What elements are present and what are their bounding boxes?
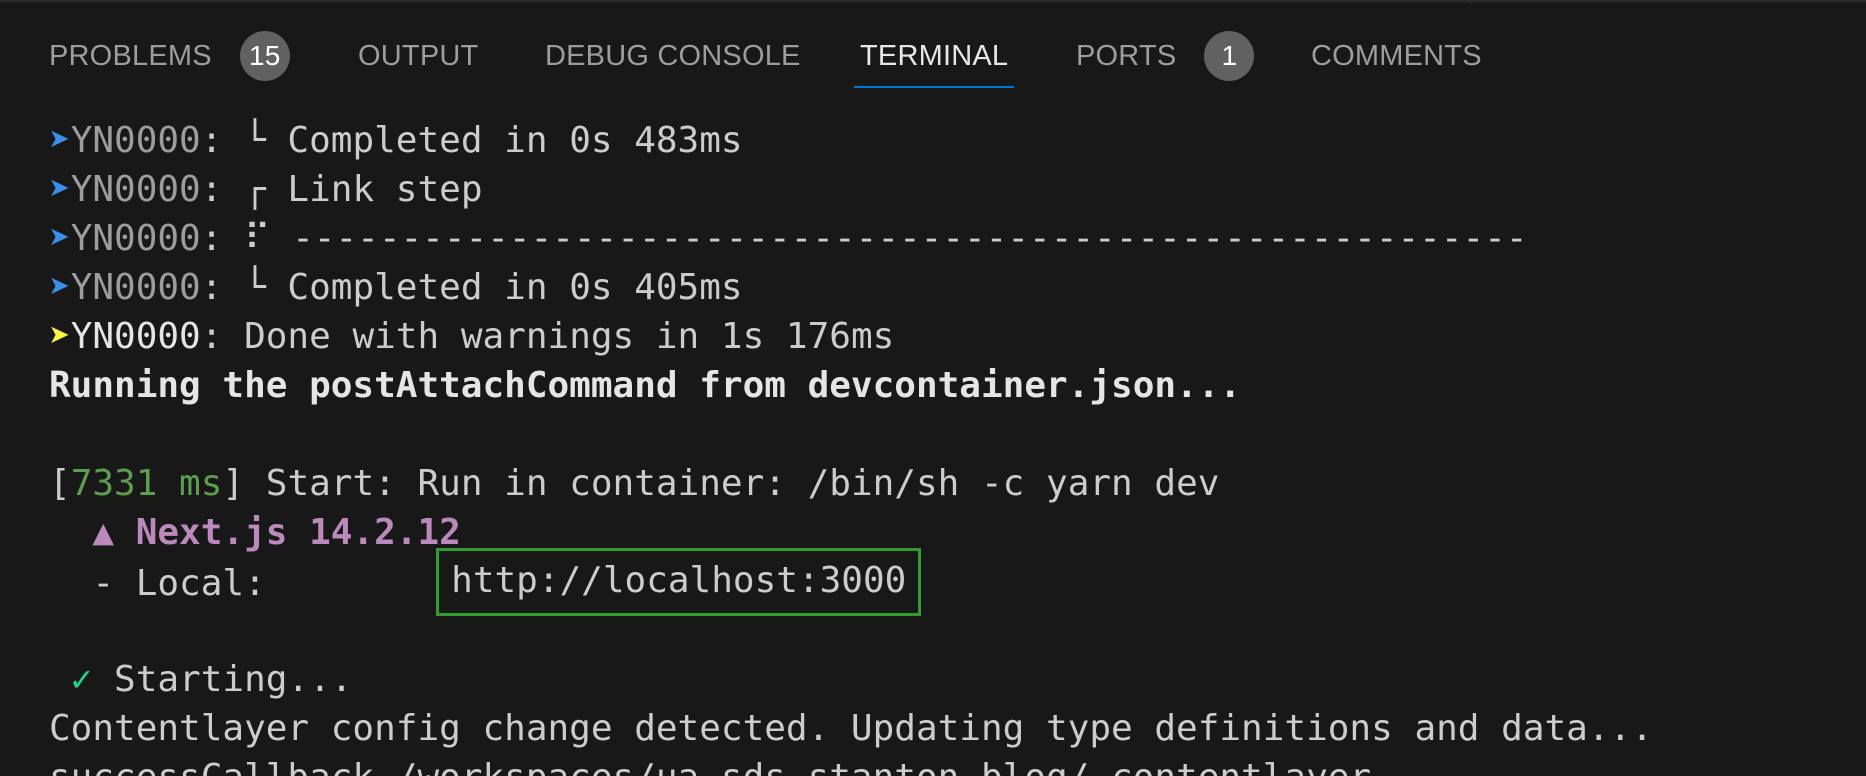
start-command-text: Start: Run in container: /bin/sh -c yarn… — [244, 463, 1220, 504]
panel-tab-bar: PROBLEMS 15 OUTPUT DEBUG CONSOLE TERMINA… — [0, 18, 1866, 94]
ports-count-badge: 1 — [1204, 31, 1255, 81]
tab-problems-label: PROBLEMS — [49, 39, 212, 72]
log-text: : Done with warnings in 1s 176ms — [200, 316, 895, 357]
terminal-line: ➤YN0000: ⠏ -----------------------------… — [49, 214, 1866, 263]
log-code: YN0000 — [70, 120, 201, 161]
tab-ports[interactable]: PORTS 1 — [1076, 18, 1255, 94]
warning-arrow-icon: ➤ — [49, 316, 71, 357]
info-arrow-icon: ➤ — [49, 120, 71, 161]
info-arrow-icon: ➤ — [49, 218, 71, 259]
start-command-line: [7331 ms] Start: Run in container: /bin/… — [49, 459, 1866, 508]
terminal-line: ➤YN0000: ┌ Link step — [49, 165, 1866, 214]
log-text: : └ Completed in 0s 483ms — [200, 120, 743, 161]
contentlayer-line: Contentlayer config change detected. Upd… — [49, 708, 1653, 749]
panel-top-border — [0, 0, 1866, 4]
tab-output-label: OUTPUT — [358, 39, 479, 72]
terminal-line: ➤YN0000: Done with warnings in 1s 176ms — [49, 312, 1866, 361]
tab-problems[interactable]: PROBLEMS 15 — [49, 18, 290, 94]
problems-count-badge: 15 — [239, 31, 290, 81]
check-icon: ✓ — [49, 659, 93, 700]
tab-debug-console[interactable]: DEBUG CONSOLE — [545, 18, 801, 94]
log-code: YN0000 — [70, 169, 201, 210]
log-text: : └ Completed in 0s 405ms — [200, 267, 743, 308]
tab-terminal[interactable]: TERMINAL — [854, 18, 1015, 94]
log-code: YN0000 — [70, 218, 201, 259]
terminal-line: ➤YN0000: └ Completed in 0s 483ms — [49, 116, 1866, 165]
post-attach-message: Running the postAttachCommand from devco… — [49, 365, 1242, 406]
terminal-line: ➤YN0000: └ Completed in 0s 405ms — [49, 263, 1866, 312]
info-arrow-icon: ➤ — [49, 169, 71, 210]
log-code: YN0000 — [70, 316, 201, 357]
log-text: : ┌ Link step — [200, 169, 483, 210]
starting-line: ✓ Starting... — [49, 655, 1866, 704]
tab-terminal-label: TERMINAL — [860, 39, 1009, 72]
starting-text: Starting... — [92, 659, 353, 700]
tab-comments[interactable]: COMMENTS — [1311, 18, 1482, 94]
terminal-output[interactable]: ➤YN0000: └ Completed in 0s 483ms ➤YN0000… — [49, 116, 1866, 776]
bracket-close: ] — [222, 463, 245, 504]
elapsed-ms: 7331 ms — [70, 463, 223, 504]
success-callback-line: successCallback /workspaces/ua-sds-stant… — [49, 753, 1866, 776]
tab-ports-label: PORTS — [1076, 39, 1177, 72]
log-text: : ⠏ ------------------------------------… — [200, 218, 1528, 259]
tab-comments-label: COMMENTS — [1311, 39, 1482, 72]
tab-debug-console-label: DEBUG CONSOLE — [545, 39, 801, 72]
bracket-open: [ — [49, 463, 71, 504]
nextjs-version-line: ▲ Next.js 14.2.12 — [49, 512, 461, 553]
local-url-line: - Local: http://localhost:3000 — [49, 548, 1866, 616]
local-label: - Local: — [49, 563, 440, 604]
log-code: YN0000 — [70, 267, 201, 308]
active-tab-indicator — [854, 86, 1015, 88]
panel-split-marker — [1470, 0, 1472, 4]
localhost-link[interactable]: http://localhost:3000 — [436, 548, 922, 616]
info-arrow-icon: ➤ — [49, 267, 71, 308]
tab-output[interactable]: OUTPUT — [358, 18, 478, 94]
